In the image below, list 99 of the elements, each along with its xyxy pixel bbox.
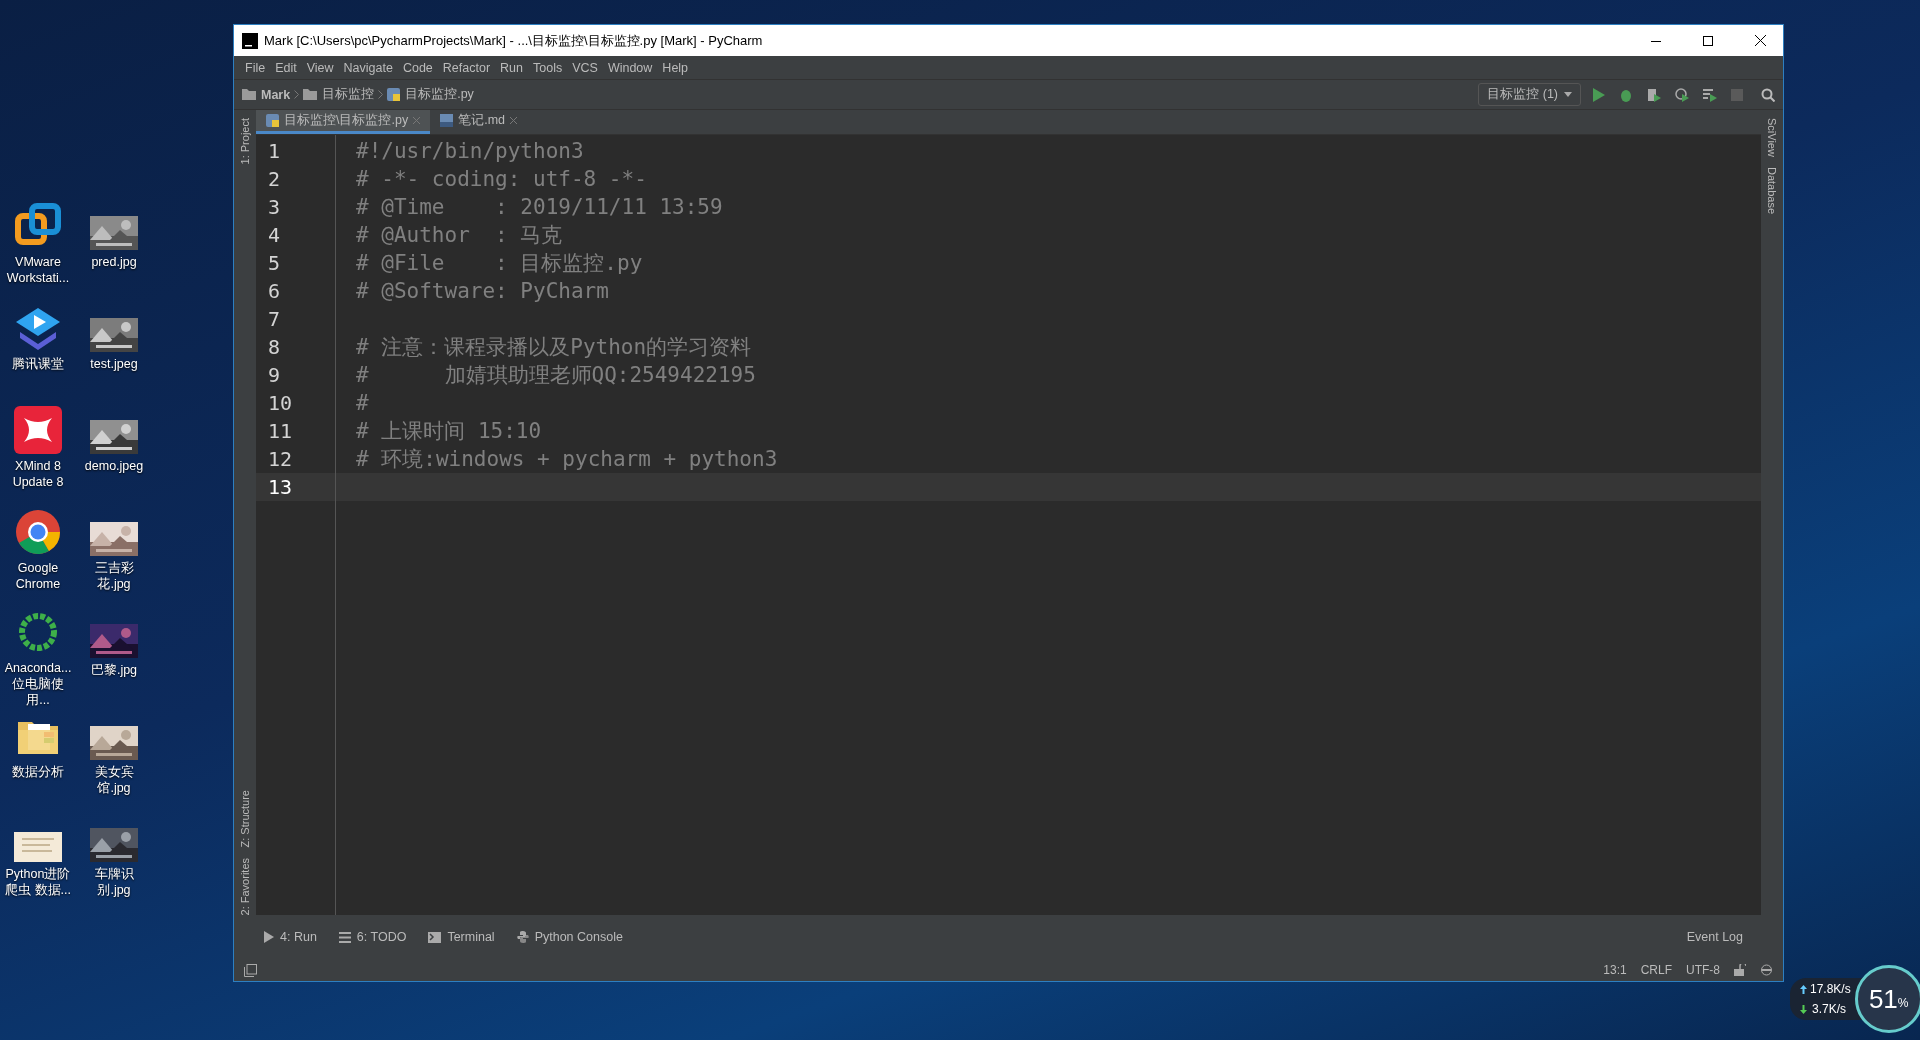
panel-toggle-icon[interactable] (244, 963, 257, 977)
folder-icon (303, 89, 318, 100)
search-icon[interactable] (1761, 87, 1775, 102)
code-text: # 上课时间 15:10 (355, 418, 542, 445)
breadcrumb[interactable]: Mark (261, 87, 291, 102)
line-number: 8 (267, 334, 282, 361)
desktop-icon-label[interactable]: Python进阶爬虫 数据... (2, 866, 74, 898)
tool-window-tab[interactable]: 2: Favorites (239, 857, 251, 915)
desktop-icon-label[interactable]: demo.jpeg (78, 458, 150, 474)
line-number: 10 (267, 390, 294, 417)
folder-icon (242, 89, 256, 100)
event-log-button[interactable]: Event Log (1686, 930, 1743, 944)
desktop-icon-label[interactable]: pred.jpg (78, 254, 150, 270)
desktop-icon-label[interactable]: VMware Workstati... (2, 254, 74, 286)
run-configuration-dropdown[interactable]: 目标监控 (1) (1478, 83, 1581, 106)
tool-window-button[interactable]: 4: Run (280, 930, 317, 944)
lock-icon[interactable] (1734, 964, 1746, 976)
desktop-icon-label[interactable]: 车牌识别.jpg (78, 866, 150, 898)
download-speed: 3.7K/s (1812, 1002, 1847, 1016)
tool-window-button[interactable]: Python Console (534, 930, 623, 944)
download-arrow-icon (1800, 1004, 1807, 1014)
code-text: # @Time : 2019/11/11 13:59 (355, 195, 723, 219)
chrome-icon (14, 508, 62, 556)
line-number: 4 (267, 222, 282, 249)
tool-window-tab[interactable]: 1: Project (239, 118, 251, 165)
document-icon (14, 832, 62, 862)
desktop-icon-label[interactable]: 美女宾馆.jpg (78, 764, 150, 796)
code-text: # @File : 目标监控.py (355, 250, 643, 277)
run-icon[interactable] (1593, 87, 1605, 102)
profile-icon[interactable] (1675, 87, 1689, 102)
upload-arrow-icon (1800, 984, 1807, 994)
cpu-gauge: 51% (1854, 965, 1920, 1033)
code-text: # @Software: PyCharm (355, 279, 609, 303)
desktop-icon-label[interactable]: 腾讯课堂 (2, 356, 74, 372)
menu-item[interactable]: Run (495, 60, 528, 75)
upload-speed: 17.8K/s (1810, 982, 1851, 996)
status-item[interactable]: CRLF (1640, 963, 1672, 977)
breadcrumb[interactable]: 目标监控.py (405, 86, 474, 103)
line-number: 6 (267, 278, 282, 305)
coverage-icon[interactable] (1647, 87, 1661, 102)
menu-item[interactable]: Tools (528, 60, 568, 75)
code-text: # 注意：课程录播以及Python的学习资料 (355, 334, 752, 361)
line-number: 1 (267, 138, 282, 165)
window-title: Mark [C:\Users\pc\PycharmProjects\Mark] - ...\目标监控\目标监控.py [Mark] - PyCharm (264, 31, 764, 50)
code-text: # (355, 391, 369, 415)
desktop-icon-label[interactable]: 三吉彩花.jpg (78, 560, 150, 592)
desktop-icon-label[interactable]: test.jpeg (78, 356, 150, 372)
line-number: 5 (267, 250, 282, 277)
editor-tab[interactable]: 目标监控\目标监控.py (256, 110, 431, 134)
play-icon (264, 931, 274, 943)
desktop-icon-label[interactable]: 巴黎.jpg (78, 662, 150, 678)
menu-item[interactable]: Navigate (338, 60, 398, 75)
chevron-icon (294, 90, 300, 99)
code-text: # 环境:windows + pycharm + python3 (355, 446, 778, 473)
desktop-icon-label[interactable]: 数据分析 (2, 764, 74, 780)
terminal-icon (428, 931, 442, 943)
tool-window-button[interactable]: 6: TODO (356, 930, 407, 944)
line-number: 11 (267, 418, 294, 445)
list-icon (338, 931, 351, 943)
editor-tab[interactable]: 笔记.md (430, 110, 527, 134)
maximize-icon[interactable] (1703, 35, 1713, 46)
app-logo-icon (242, 32, 258, 49)
close-icon[interactable] (1754, 35, 1766, 46)
caret-icon (1564, 92, 1572, 97)
markdown-file-icon (440, 114, 454, 127)
tool-window-button[interactable]: Terminal (447, 930, 495, 944)
code-text: # -*- coding: utf-8 -*- (355, 167, 647, 191)
inspector-icon[interactable] (1760, 963, 1773, 977)
code-text: # 加婧琪助理老师QQ:2549422195 (355, 362, 756, 389)
line-number: 3 (267, 194, 282, 221)
chevron-icon (378, 90, 384, 99)
menu-item[interactable]: Edit (270, 60, 302, 75)
menu-item[interactable]: Refactor (437, 60, 496, 75)
xmind-icon (14, 406, 62, 454)
menu-item[interactable]: Code (397, 60, 438, 75)
status-item[interactable]: 13:1 (1603, 963, 1627, 977)
desktop-icon-label[interactable]: Anaconda... 位电脑使用... (2, 660, 74, 708)
python-icon (516, 931, 529, 943)
concurrency-icon[interactable] (1703, 87, 1717, 102)
menu-item[interactable]: View (301, 60, 339, 75)
status-item[interactable]: UTF-8 (1686, 963, 1720, 977)
line-number: 2 (267, 166, 282, 193)
code-text: #!/usr/bin/python3 (355, 139, 584, 163)
desktop-icon-label[interactable]: Google Chrome (2, 560, 74, 592)
line-number: 12 (267, 446, 294, 473)
line-number: 7 (267, 306, 282, 333)
breadcrumb[interactable]: 目标监控 (322, 86, 375, 103)
tool-window-tab[interactable]: SciView (1766, 118, 1778, 157)
code-text: # @Author : 马克 (355, 222, 563, 249)
menu-item[interactable]: VCS (567, 60, 603, 75)
tool-window-tab[interactable]: Database (1766, 166, 1778, 215)
tool-window-tab[interactable]: Z: Structure (239, 790, 251, 848)
menu-item[interactable]: Window (602, 60, 658, 75)
line-number: 9 (267, 362, 282, 389)
menu-item[interactable]: File (240, 60, 271, 75)
desktop-icon-label[interactable]: XMind 8 Update 8 (2, 458, 74, 490)
python-file-icon (266, 114, 279, 127)
python-file-icon (387, 88, 401, 101)
menu-item[interactable]: Help (657, 60, 694, 75)
